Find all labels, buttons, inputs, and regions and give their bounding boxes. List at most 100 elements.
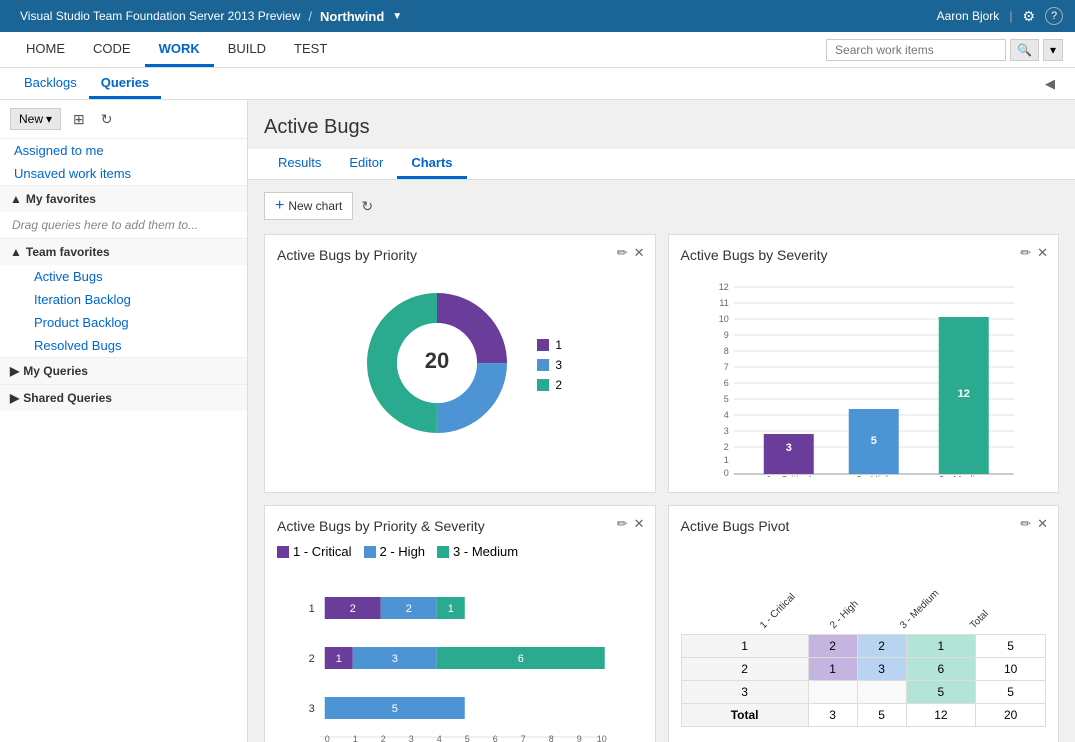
content-tab-editor[interactable]: Editor: [335, 149, 397, 179]
new-dropdown-arrow[interactable]: ▾: [46, 112, 52, 126]
chart-severity-bar: Active Bugs by Severity ✏ ✕: [668, 234, 1060, 493]
help-icon[interactable]: ?: [1045, 7, 1063, 25]
plus-icon: +: [275, 197, 284, 215]
column-options-icon[interactable]: ⊞: [69, 109, 89, 130]
team-fav-product-backlog[interactable]: Product Backlog: [20, 311, 247, 334]
shared-queries-expand-icon: ▶: [10, 391, 19, 405]
my-favorites-collapse-icon: ▲: [10, 192, 22, 206]
chart-severity-title: Active Bugs by Severity: [681, 247, 1047, 263]
collapse-sidebar-btn[interactable]: ◀: [1037, 68, 1063, 99]
svg-text:3: 3: [392, 653, 398, 665]
pivot-r3-total: 5: [976, 681, 1046, 704]
legend-high: 2 - High: [364, 544, 426, 559]
search-dropdown[interactable]: ▾: [1043, 39, 1063, 61]
chart-priority-donut: Active Bugs by Priority ✏ ✕: [264, 234, 656, 493]
nav-build[interactable]: BUILD: [214, 32, 280, 67]
svg-text:3 - Medium: 3 - Medium: [898, 588, 941, 631]
legend-color-3: [537, 359, 549, 371]
content-area: Active Bugs Results Editor Charts + New …: [248, 100, 1075, 742]
new-query-btn[interactable]: New ▾: [10, 108, 61, 130]
edit-chart-pivot-icon[interactable]: ✏: [1020, 516, 1031, 532]
main-layout: New ▾ ⊞ ↻ Assigned to me Unsaved work it…: [0, 100, 1075, 742]
close-chart-pivot-icon[interactable]: ✕: [1037, 516, 1048, 532]
svg-text:1 - Critical: 1 - Critical: [758, 592, 798, 632]
shared-queries-section[interactable]: ▶ Shared Queries: [0, 384, 247, 411]
pivot-row-label-3: 3: [681, 681, 808, 704]
svg-text:3 - Medium: 3 - Medium: [938, 475, 988, 477]
svg-text:Total: Total: [968, 608, 991, 631]
settings-icon[interactable]: ⚙: [1022, 8, 1035, 25]
pivot-row-3: 3 5 5: [681, 681, 1046, 704]
team-fav-active-bugs[interactable]: Active Bugs: [20, 265, 247, 288]
edit-chart-severity-icon[interactable]: ✏: [1020, 245, 1031, 261]
my-queries-section[interactable]: ▶ My Queries: [0, 357, 247, 384]
pivot-r3-c3: 5: [906, 681, 976, 704]
legend-critical-label: 1 - Critical: [293, 544, 352, 559]
pivot-totals-row: Total 3 5 12 20: [681, 704, 1046, 727]
svg-text:5: 5: [870, 435, 876, 447]
svg-text:2 - High: 2 - High: [856, 475, 891, 477]
page-title: Active Bugs: [264, 116, 1059, 139]
pivot-r2-total: 10: [976, 658, 1046, 681]
pivot-table-container: 1 - Critical 2 - High 3 - Medium Total 1…: [681, 544, 1047, 737]
edit-chart-stacked-icon[interactable]: ✏: [617, 516, 628, 532]
team-fav-resolved-bugs[interactable]: Resolved Bugs: [20, 334, 247, 357]
close-chart-priority-icon[interactable]: ✕: [634, 245, 645, 261]
search-button[interactable]: 🔍: [1010, 39, 1039, 61]
nav-home[interactable]: HOME: [12, 32, 79, 67]
legend-color-2: [537, 379, 549, 391]
stacked-bar-svg-container: 1 2 2 1 2 1 3: [277, 567, 643, 742]
close-chart-severity-icon[interactable]: ✕: [1037, 245, 1048, 261]
tab-queries[interactable]: Queries: [89, 68, 161, 99]
svg-text:10: 10: [718, 314, 728, 324]
new-chart-btn[interactable]: + New chart: [264, 192, 353, 220]
project-name[interactable]: Northwind: [320, 9, 384, 24]
svg-text:3: 3: [409, 734, 414, 742]
tab-backlogs[interactable]: Backlogs: [12, 68, 89, 99]
legend-item-1: 1: [537, 338, 562, 352]
legend-medium-label: 3 - Medium: [453, 544, 518, 559]
donut-legend: 1 3 2: [537, 338, 562, 392]
severity-chart-container: 12 11 10 9 8 7 6 5 4 3 2 1 0: [681, 273, 1047, 480]
svg-text:3: 3: [785, 442, 791, 454]
content-tab-results[interactable]: Results: [264, 149, 335, 179]
my-favorites-label: My favorites: [26, 192, 96, 206]
team-favorites-collapse-icon: ▲: [10, 245, 22, 259]
svg-text:20: 20: [425, 348, 449, 373]
legend-critical-color: [277, 546, 289, 558]
my-favorites-section[interactable]: ▲ My favorites: [0, 185, 247, 212]
user-name: Aaron Bjork: [937, 9, 1000, 23]
pivot-r1-c3: 1: [906, 635, 976, 658]
svg-text:7: 7: [723, 362, 728, 372]
chart-stacked-title: Active Bugs by Priority & Severity: [277, 518, 643, 534]
svg-text:6: 6: [723, 378, 728, 388]
pivot-r2-c3: 6: [906, 658, 976, 681]
titlebar: VS Visual Studio Team Foundation Server …: [0, 0, 1075, 32]
new-chart-label: New chart: [288, 199, 342, 213]
team-fav-iteration-backlog[interactable]: Iteration Backlog: [20, 288, 247, 311]
pivot-r1-c1: 2: [808, 635, 857, 658]
svg-text:1: 1: [309, 603, 315, 615]
legend-critical: 1 - Critical: [277, 544, 352, 559]
team-favorites-section[interactable]: ▲ Team favorites: [0, 238, 247, 265]
drag-hint: Drag queries here to add them to...: [0, 212, 247, 238]
legend-label-3: 3: [555, 358, 562, 372]
close-chart-stacked-icon[interactable]: ✕: [634, 516, 645, 532]
nav-test[interactable]: TEST: [280, 32, 341, 67]
edit-chart-priority-icon[interactable]: ✏: [617, 245, 628, 261]
search-input[interactable]: [826, 39, 1006, 61]
nav-code[interactable]: CODE: [79, 32, 145, 67]
svg-text:1 - Critical: 1 - Critical: [766, 475, 811, 477]
assigned-to-me-link[interactable]: Assigned to me: [0, 139, 247, 162]
chart-stacked-actions: ✏ ✕: [617, 516, 645, 532]
svg-text:2: 2: [406, 603, 412, 615]
refresh-sidebar-icon[interactable]: ↻: [97, 109, 117, 130]
refresh-charts-icon[interactable]: ↻: [361, 198, 373, 215]
svg-text:1: 1: [336, 653, 342, 665]
nav-work[interactable]: WORK: [145, 32, 214, 67]
project-dropdown-icon[interactable]: ▼: [392, 11, 402, 22]
content-tab-charts[interactable]: Charts: [397, 149, 466, 179]
my-queries-label: My Queries: [23, 364, 88, 378]
svg-text:5: 5: [392, 703, 398, 715]
unsaved-work-items-link[interactable]: Unsaved work items: [0, 162, 247, 185]
